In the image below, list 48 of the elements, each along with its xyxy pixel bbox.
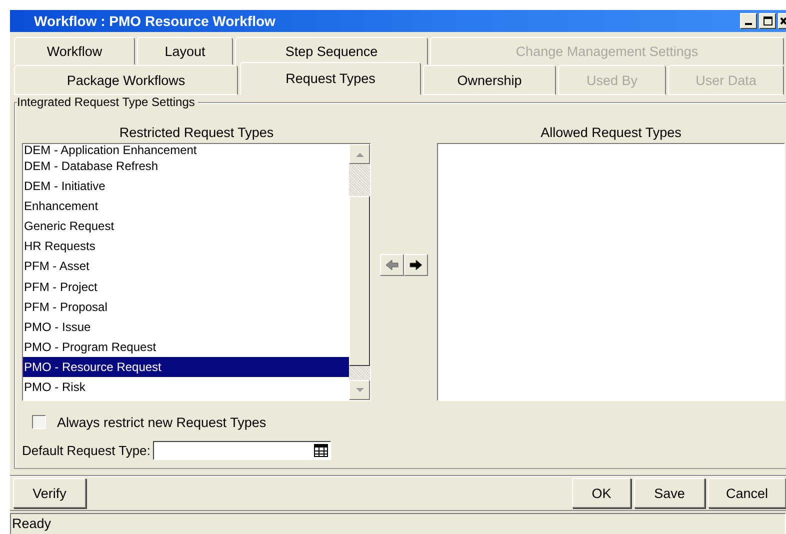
scrollbar[interactable] <box>349 144 370 400</box>
tab[interactable]: Package Workflows <box>14 65 238 95</box>
list-item[interactable]: PMO - Issue <box>23 316 349 337</box>
minimize-button[interactable] <box>740 13 757 29</box>
maximize-button[interactable] <box>759 13 776 29</box>
field-label: Default Request Type: <box>22 443 150 458</box>
list-item[interactable]: PMO - Resource Request <box>23 356 349 378</box>
status-bar: Ready <box>10 513 786 534</box>
list-item[interactable]: PFM - Asset <box>23 256 349 277</box>
tab[interactable]: Layout <box>137 37 233 65</box>
left-arrow-icon <box>385 259 399 271</box>
list-heading: Allowed Request Types <box>540 125 682 142</box>
close-icon <box>780 16 786 26</box>
list-item[interactable]: PMO - Program Request <box>23 336 349 357</box>
dialog-button[interactable]: Cancel <box>708 478 786 508</box>
right-arrow-icon <box>409 259 423 271</box>
scroll-down-icon[interactable] <box>349 380 370 400</box>
checkbox[interactable] <box>32 415 46 429</box>
move-right-button[interactable] <box>404 254 428 276</box>
scroll-thumb[interactable] <box>349 196 370 366</box>
list-heading: Restricted Request Types <box>118 125 275 142</box>
tab[interactable]: Step Sequence <box>235 37 428 65</box>
list-item[interactable]: Generic Request <box>23 216 349 236</box>
verify-button[interactable]: Verify <box>13 478 86 508</box>
minimize-icon <box>745 23 752 25</box>
list-item[interactable]: Enhancement <box>23 196 349 216</box>
tab[interactable]: Workflow <box>14 37 135 65</box>
input-field[interactable] <box>153 441 332 460</box>
list-item[interactable]: HR Requests <box>23 236 349 256</box>
window-title: Workflow : PMO Resource Workflow <box>34 13 276 29</box>
close-button[interactable] <box>778 13 786 29</box>
list-item[interactable]: PFM - Project <box>23 276 349 297</box>
scroll-track[interactable] <box>349 366 370 380</box>
scroll-up-icon[interactable] <box>349 144 370 164</box>
group-title: Integrated Request Type Settings <box>17 95 198 109</box>
list-item[interactable]: DEM - Database Refresh <box>23 156 349 176</box>
maximize-icon <box>762 16 772 26</box>
list-item[interactable]: DEM - Application Enhancement <box>23 144 349 156</box>
tab[interactable]: Ownership <box>423 65 556 95</box>
list-item[interactable]: DEM - Initiative <box>23 176 349 196</box>
list-item[interactable]: PFM - Proposal <box>23 296 349 317</box>
checkbox-label: Always restrict new Request Types <box>57 414 266 430</box>
dialog-button[interactable]: OK <box>572 478 631 508</box>
restricted-list[interactable] <box>22 143 371 401</box>
tab[interactable]: Request Types <box>240 62 421 95</box>
table-icon[interactable] <box>314 444 328 457</box>
list-item[interactable]: PMO - Risk <box>23 377 349 398</box>
dialog-button[interactable]: Save <box>634 478 705 508</box>
